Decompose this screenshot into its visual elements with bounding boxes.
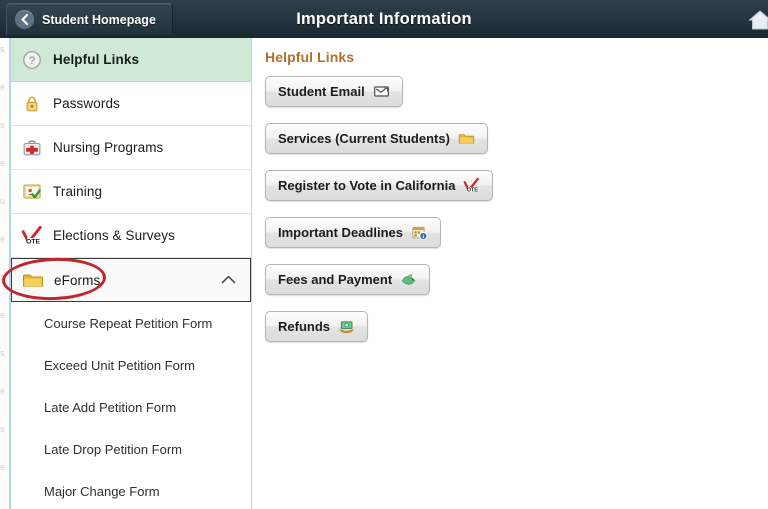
sidebar-subitem-late-add-petition-form[interactable]: Late Add Petition Form	[11, 386, 251, 428]
padlock-icon	[20, 92, 44, 116]
bleed-text-fragment: e	[0, 386, 6, 396]
link-button-student-email[interactable]: Student Email	[265, 76, 403, 107]
back-tab-label: Student Homepage	[42, 12, 156, 27]
main-content-panel: Helpful Links Student Email Services (Cur…	[252, 38, 768, 509]
link-button-label: Student Email	[278, 84, 365, 99]
sidebar-item-helpful-links[interactable]: ? Helpful Links	[11, 38, 251, 82]
sidebar-subitem-late-drop-petition-form[interactable]: Late Drop Petition Form	[11, 428, 251, 470]
chevron-left-icon	[15, 10, 34, 29]
sidebar-subitem-course-repeat-petition-form[interactable]: Course Repeat Petition Form	[11, 302, 251, 344]
bleed-text-fragment: e	[0, 462, 6, 472]
bleed-text-fragment: e	[0, 82, 6, 92]
folder-icon	[458, 130, 475, 147]
left-edge-bleed: s e s e u e s e s e s e	[0, 36, 9, 509]
home-icon[interactable]	[748, 8, 768, 32]
bleed-text-fragment: s	[0, 348, 5, 358]
bleed-text-fragment: e	[0, 234, 6, 244]
sidebar-item-passwords[interactable]: Passwords	[11, 82, 251, 126]
vote-checkmark-icon: OTE	[463, 177, 480, 194]
calendar-info-icon: i	[411, 224, 428, 241]
chevron-up-icon[interactable]	[221, 271, 236, 289]
bleed-text-fragment: s	[0, 272, 5, 282]
link-button-label: Register to Vote in California	[278, 178, 456, 193]
sidebar-item-label: Helpful Links	[53, 52, 140, 67]
bleed-text-fragment: s	[0, 424, 5, 434]
link-button-label: Fees and Payment	[278, 272, 393, 287]
link-button-services-current-students[interactable]: Services (Current Students)	[265, 123, 488, 154]
link-button-label: Important Deadlines	[278, 225, 403, 240]
back-to-student-homepage-tab[interactable]: Student Homepage	[6, 3, 173, 35]
sidebar-item-elections-surveys[interactable]: OTE Elections & Surveys	[11, 214, 251, 258]
svg-text:OTE: OTE	[467, 187, 478, 193]
training-certificate-icon	[20, 180, 44, 204]
link-button-label: Services (Current Students)	[278, 131, 450, 146]
sidebar-item-training[interactable]: Training	[11, 170, 251, 214]
app-window: s e s e u e s e s e s e Important Information Stude…	[0, 0, 768, 509]
sidebar-item-label: eForms	[54, 272, 101, 288]
svg-text:?: ?	[29, 55, 35, 67]
bleed-text-fragment: s	[0, 120, 5, 130]
sidebar-item-label: Elections & Surveys	[53, 228, 175, 243]
sidebar-navigation: ? Helpful Links Passwords Nursing Programs T…	[11, 38, 252, 509]
link-button-important-deadlines[interactable]: Important Deadlines i	[265, 217, 441, 248]
sidebar-item-label: Nursing Programs	[53, 140, 164, 155]
link-button-register-to-vote-in-california[interactable]: Register to Vote in California OTE	[265, 170, 494, 201]
money-bird-icon	[400, 271, 417, 288]
link-button-label: Refunds	[278, 319, 330, 334]
sidebar-item-nursing-programs[interactable]: Nursing Programs	[11, 126, 251, 170]
bleed-text-fragment: e	[0, 310, 6, 320]
sidebar-item-label: Training	[53, 184, 103, 199]
sidebar-item-eforms[interactable]: eForms	[11, 258, 251, 302]
email-envelope-icon	[373, 83, 390, 100]
sidebar-subitem-exceed-unit-petition-form[interactable]: Exceed Unit Petition Form	[11, 344, 251, 386]
bleed-text-fragment: s	[0, 44, 5, 54]
cash-hand-icon	[338, 318, 355, 335]
svg-text:OTE: OTE	[26, 238, 40, 245]
link-button-fees-and-payment[interactable]: Fees and Payment	[265, 264, 431, 295]
medical-kit-icon	[20, 136, 44, 160]
folder-icon	[21, 268, 45, 292]
bleed-text-fragment: u	[0, 196, 6, 206]
question-mark-circle-icon: ?	[20, 48, 44, 72]
sidebar-item-label: Passwords	[53, 96, 120, 111]
main-section-heading: Helpful Links	[265, 49, 355, 65]
vote-checkmark-icon: OTE	[20, 224, 44, 248]
sidebar-subitem-major-change-form[interactable]: Major Change Form	[11, 470, 251, 509]
bleed-text-fragment: e	[0, 158, 6, 168]
top-header-bar: Important Information Student Homepage	[0, 0, 768, 38]
link-button-refunds[interactable]: Refunds	[265, 311, 368, 342]
helpful-links-button-list: Student Email Services (Current Students)…	[265, 76, 494, 342]
